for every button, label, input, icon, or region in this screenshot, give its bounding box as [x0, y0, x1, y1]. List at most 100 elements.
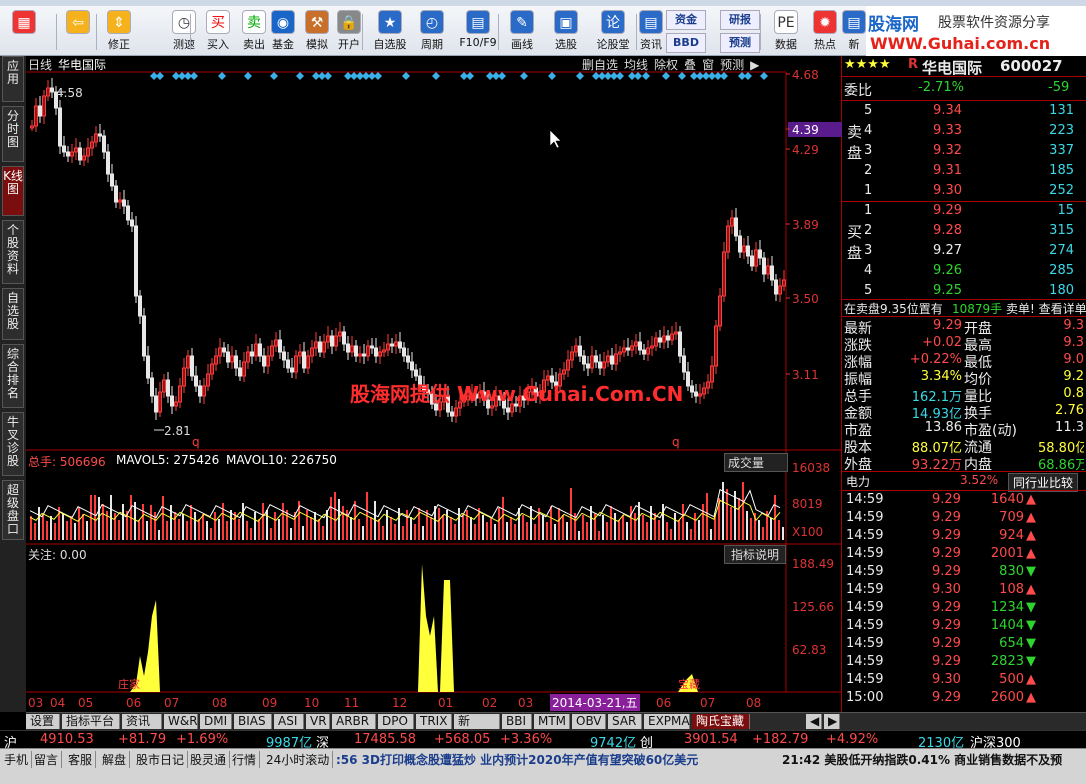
candle-body	[198, 385, 202, 397]
bottom-tab[interactable]: 设置	[26, 714, 60, 729]
toolbar-updown-arrows-button[interactable]: ⇕ 修正	[100, 10, 138, 54]
bottom-tab[interactable]: BBI	[502, 714, 532, 729]
volume-bar	[306, 510, 308, 540]
ask-volume: 131	[1049, 103, 1074, 118]
volume-indicator-dropdown[interactable]: 成交量	[724, 453, 788, 472]
toolbar-f10-button[interactable]: ▤ F10/F9	[456, 10, 500, 54]
bottom-tab[interactable]: 陶氏宝藏	[692, 714, 750, 729]
chart-menu-item[interactable]: 删自选	[582, 58, 618, 72]
toolbar-separator	[190, 14, 191, 50]
volume-bar	[430, 517, 432, 540]
chart-menu-item[interactable]: 叠	[684, 58, 696, 72]
bid-price: 9.28	[933, 223, 962, 238]
volume-bar	[442, 515, 444, 540]
volume-bar	[62, 514, 64, 540]
left-tab-2[interactable]: K线图	[2, 166, 24, 216]
status-item[interactable]: 24小时滚动	[266, 751, 334, 768]
left-tab-1[interactable]: 分时图	[2, 106, 24, 162]
toolbar-app-grid-button[interactable]: ▦	[4, 10, 44, 54]
candle-body	[738, 235, 742, 253]
bottom-tab[interactable]: TRIX	[416, 714, 452, 729]
bottom-tab[interactable]: 新DMA	[454, 714, 500, 743]
left-tab-4[interactable]: 自选股	[2, 288, 24, 340]
bottom-tab[interactable]: 资讯	[122, 714, 162, 729]
bid-price: 9.25	[933, 283, 962, 298]
toolbar-forum-button[interactable]: 论论股堂	[590, 10, 636, 54]
bottom-tab[interactable]: ARBR	[332, 714, 376, 729]
status-item[interactable]: 手机	[4, 751, 33, 768]
bottom-tab[interactable]: MTM	[534, 714, 570, 729]
toolbar-report-button[interactable]: 研报	[720, 10, 760, 30]
bottom-tab[interactable]: EXPMA	[644, 714, 690, 729]
period-label[interactable]: 日线	[28, 56, 52, 73]
toolbar-cycle-button[interactable]: ◴ 周期	[412, 10, 452, 54]
toolbar-star-button[interactable]: ★ 自选股	[368, 10, 412, 54]
scroll-right-icon[interactable]: ▶	[824, 714, 840, 729]
toolbar-back-arrow-button[interactable]: ⇦	[58, 10, 98, 54]
chart-menu-item[interactable]: 窗	[702, 58, 714, 72]
scroll-left-icon[interactable]: ◀	[806, 714, 822, 729]
volume-bar	[658, 520, 660, 540]
toolbar-fire-button[interactable]: ✹ 热点	[806, 10, 844, 54]
bottom-tab[interactable]: ASI	[274, 714, 304, 729]
toolbar-fund-button[interactable]: ◉ 基金	[266, 10, 300, 54]
status-item[interactable]: 行情	[232, 751, 261, 768]
status-item[interactable]: 留言	[34, 751, 63, 768]
ask-price: 9.33	[933, 123, 962, 138]
kline-chart-area[interactable]: 4.68 4.39 4.29 3.89 3.50 3.11 q q 16038 8019 X100 1…	[26, 56, 842, 712]
chart-menu-item[interactable]: 预测	[720, 58, 744, 72]
left-tab-5[interactable]: 综合排名	[2, 344, 24, 408]
left-tab-6[interactable]: 牛叉诊股	[2, 412, 24, 476]
volume-bar	[266, 510, 268, 540]
volume-bar	[406, 510, 408, 540]
toolbar-data-button[interactable]: PE 数据	[766, 10, 806, 54]
volume-bar	[530, 506, 532, 540]
toolbar-forecast-button[interactable]: 预测	[720, 33, 760, 53]
quote-divider	[842, 490, 1086, 491]
bottom-tab[interactable]: BIAS	[234, 714, 272, 729]
bottom-tab[interactable]: VR	[306, 714, 330, 729]
news-ticker-2[interactable]: 21:42 美股低开纳指跌0.41% 商业销售数据不及预	[782, 751, 1084, 768]
bottom-tab[interactable]: 指标平台	[62, 714, 120, 729]
bottom-tab[interactable]: DPO	[378, 714, 414, 729]
volume-bar	[246, 521, 248, 540]
bottom-tab[interactable]: W&R	[164, 714, 198, 729]
indicator-help-button[interactable]: 指标说明	[724, 545, 787, 564]
status-item[interactable]: 解盘	[102, 751, 131, 768]
tick-volume: 108	[999, 582, 1024, 597]
price-axis-label: 3.50	[792, 292, 819, 306]
signal-diamond	[156, 72, 164, 80]
volume-bar	[682, 504, 684, 540]
toolbar-new-button[interactable]: ▤ 新	[842, 10, 866, 54]
left-tab-3[interactable]: 个股资料	[2, 220, 24, 284]
toolbar-buy-button[interactable]: 买买入	[198, 10, 238, 54]
chart-menu-item[interactable]: 均线	[624, 58, 648, 72]
arrow-up-icon: ▲	[1026, 672, 1036, 687]
volume-bar	[386, 510, 388, 540]
volume-bar	[70, 516, 72, 540]
news-ticker-1[interactable]: :56 3D打印概念股遭猛炒 业内预计2020年产值有望突破60亿美元	[336, 751, 776, 768]
volume-bar	[634, 513, 636, 540]
ask-level: 5	[864, 103, 873, 118]
volume-bar	[486, 522, 488, 540]
chart-menu-item[interactable]: 除权	[654, 58, 678, 72]
toolbar-news-button[interactable]: ▤ 资讯	[634, 10, 668, 54]
candle-body	[578, 345, 582, 357]
status-item[interactable]: 股市日记	[136, 751, 189, 768]
bottom-tab[interactable]: OBV	[572, 714, 606, 729]
status-item[interactable]: 客服	[68, 751, 97, 768]
chart-menu-item[interactable]: ▶	[750, 58, 759, 72]
toolbar-money-button[interactable]: 资金	[666, 10, 706, 30]
toolbar-screen-button[interactable]: ▣ 选股	[546, 10, 586, 54]
left-tab-7[interactable]: 超级盘口	[2, 480, 24, 540]
tick-price: 9.29	[932, 690, 961, 705]
left-tab-0[interactable]: 应用	[2, 56, 24, 102]
status-item[interactable]: 股灵通	[190, 751, 231, 768]
volume-bar	[30, 516, 32, 540]
bottom-tab[interactable]: SAR	[608, 714, 642, 729]
tick-price: 9.29	[932, 654, 961, 669]
toolbar-bbd-button[interactable]: BBD	[666, 33, 706, 53]
bottom-tab[interactable]: DMI	[200, 714, 232, 729]
ad-banner[interactable]: 股海网 股票软件资源分享 WWW.Guhai.com.cn	[866, 6, 1086, 56]
toolbar-pen-button[interactable]: ✎ 画线	[502, 10, 542, 54]
